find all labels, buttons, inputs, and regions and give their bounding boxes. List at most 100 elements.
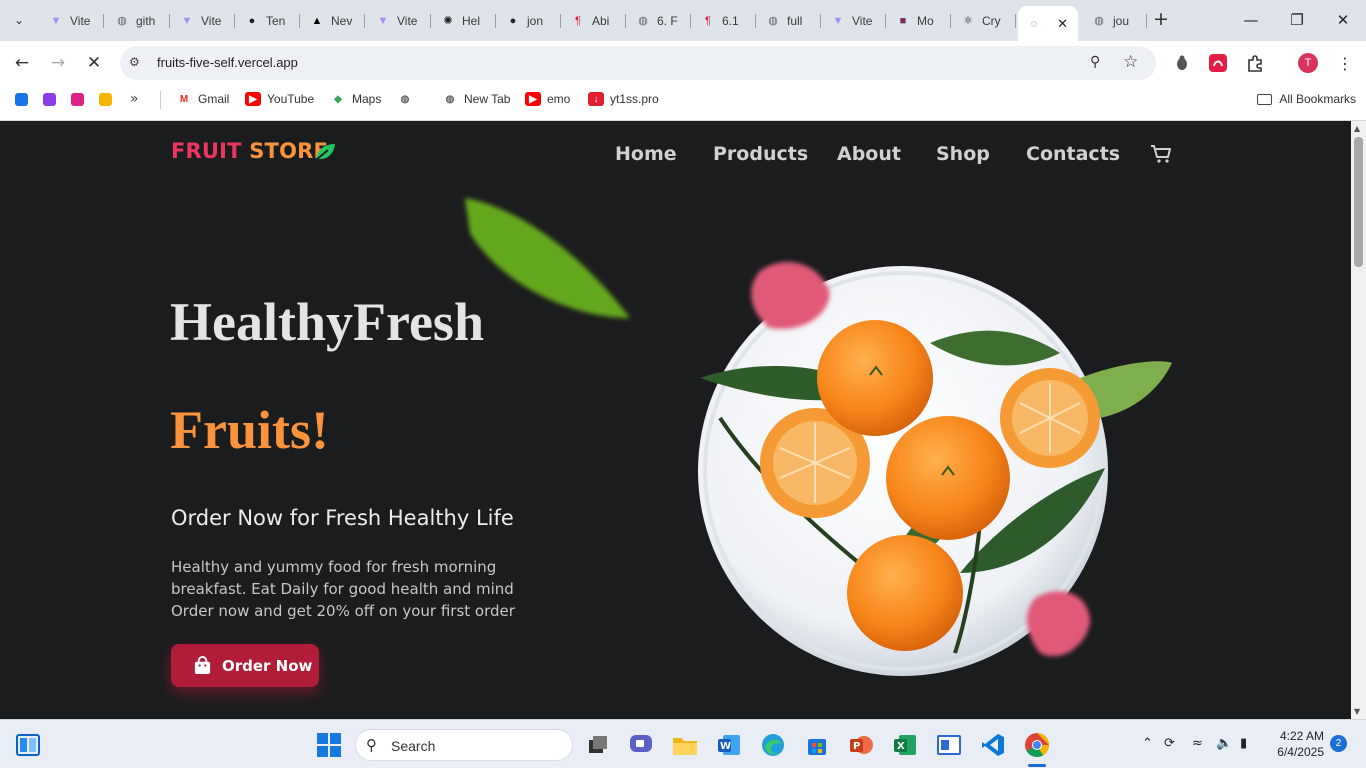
bookmark-app-icon[interactable] (15, 93, 28, 106)
tray-overflow-icon[interactable]: ⌃ (1142, 736, 1153, 751)
browser-tab[interactable]: ¶ 6.1 (692, 6, 756, 35)
restore-button[interactable]: ❐ (1274, 6, 1320, 34)
nav-link-shop[interactable]: Shop (936, 143, 990, 165)
browser-tab[interactable]: ¶ Abi (562, 6, 626, 35)
tab-search-button[interactable]: ⌄ (6, 8, 32, 32)
browser-tab[interactable]: ● Ten (236, 6, 300, 35)
minimize-button[interactable]: — (1228, 6, 1274, 34)
browser-tab[interactable]: ▼ Vite (822, 6, 886, 35)
bookmark-item[interactable]: ◍ New Tab (442, 92, 511, 106)
task-view-icon[interactable] (585, 732, 611, 758)
browser-tab[interactable]: ✺ Hel (432, 6, 496, 35)
menu-icon[interactable]: ⋮ (1334, 52, 1356, 74)
window-app-icon[interactable] (936, 732, 962, 758)
bookmark-star-icon[interactable]: ☆ (1123, 52, 1138, 72)
pdf-icon: ¶ (705, 14, 711, 27)
tab-title: Abi (592, 13, 610, 28)
taskbar-search[interactable]: ⚲ Search (355, 729, 573, 761)
more-bookmarks-icon[interactable]: » (130, 91, 139, 107)
tab-strip: ⌄ ▼ Vite ◍ gith ▼ Vite ● Ten ▲ Nev ▼ Vite ✺ Hel ● jon ¶ A… (0, 0, 1366, 41)
notification-badge[interactable]: 2 (1330, 735, 1347, 752)
pdf-icon: ¶ (575, 14, 581, 27)
bookmark-app-icon[interactable] (99, 93, 112, 106)
close-icon: ✕ (1336, 11, 1350, 29)
browser-tab[interactable]: ◍ full (757, 6, 821, 35)
volume-icon[interactable]: 🔈 (1216, 736, 1232, 751)
openai-icon: ✺ (443, 15, 453, 27)
browser-tab[interactable]: ⚛ Cry (952, 6, 1016, 35)
nav-link-products[interactable]: Products (713, 143, 808, 165)
bookmark-item[interactable]: ▶ emo (525, 92, 570, 106)
zoom-icon[interactable]: ⚲ (1090, 54, 1100, 70)
all-bookmarks-button[interactable]: All Bookmarks (1257, 92, 1356, 106)
browser-tab[interactable]: ◍ gith (106, 6, 170, 35)
order-now-button[interactable]: Order Now (171, 644, 319, 687)
site-info-icon[interactable]: ⚙ (129, 55, 145, 71)
vscode-icon[interactable] (980, 732, 1006, 758)
bug-extension-icon[interactable] (1171, 52, 1193, 74)
tab-separator (885, 14, 886, 28)
vite-icon: ▼ (832, 14, 844, 27)
github-icon: ● (248, 14, 256, 27)
powerpoint-icon[interactable]: P (848, 732, 874, 758)
chrome-icon[interactable] (1024, 732, 1050, 758)
bookmark-app-icon[interactable] (71, 93, 84, 106)
battery-icon[interactable]: ▮ (1240, 736, 1247, 751)
profile-avatar[interactable]: T (1298, 53, 1318, 73)
start-button[interactable] (316, 732, 342, 758)
store-icon[interactable] (804, 732, 830, 758)
chat-icon[interactable] (628, 732, 654, 758)
back-button[interactable]: ← (8, 49, 36, 77)
scrollbar-thumb[interactable] (1354, 137, 1363, 267)
close-tab-icon[interactable]: ✕ (1057, 16, 1068, 32)
description-line: Order now and get 20% off on your first … (171, 602, 515, 620)
extensions-icon[interactable] (1244, 52, 1266, 74)
nav-link-home[interactable]: Home (615, 143, 677, 165)
nav-link-contacts[interactable]: Contacts (1026, 143, 1120, 165)
file-explorer-icon[interactable] (672, 732, 698, 758)
brand-logo[interactable]: FRUIT STORE (171, 139, 328, 163)
word-icon[interactable]: W (716, 732, 742, 758)
nav-link-about[interactable]: About (837, 143, 901, 165)
bookmark-item[interactable]: ◆ Maps (330, 92, 381, 106)
tab-separator (1015, 14, 1016, 28)
edge-icon[interactable] (760, 732, 786, 758)
bookmark-app-icon: ■ (899, 14, 907, 27)
browser-tab[interactable]: ■ Mo (887, 6, 951, 35)
cart-icon[interactable] (1150, 143, 1172, 165)
scroll-down-icon[interactable]: ▼ (1354, 707, 1360, 716)
forward-button[interactable]: → (44, 49, 72, 77)
widgets-icon[interactable] (15, 732, 41, 758)
browser-tab[interactable]: ◌ ✕ (1018, 6, 1078, 41)
browser-tab[interactable]: ▼ Vite (171, 6, 235, 35)
bookmark-item[interactable]: ◍ (397, 92, 419, 106)
pdf-extension-icon[interactable] (1207, 52, 1229, 74)
leaf-icon (315, 144, 335, 161)
address-bar[interactable]: ⚙ fruits-five-self.vercel.app ⚲ ☆ (120, 46, 1156, 80)
all-bookmarks-label: All Bookmarks (1279, 92, 1356, 106)
sync-icon[interactable]: ⟳ (1164, 736, 1175, 751)
bookmark-app-icon[interactable] (43, 93, 56, 106)
system-clock[interactable]: 4:22 AM 6/4/2025 (1272, 728, 1324, 760)
new-tab-button[interactable]: + (1150, 9, 1172, 31)
hero-description: Healthy and yummy food for fresh morning… (171, 556, 571, 622)
browser-tab[interactable]: ● jon (497, 6, 561, 35)
order-now-label: Order Now (222, 656, 313, 675)
browser-tab[interactable]: ▼ Vite (40, 6, 104, 35)
bookmark-item[interactable]: ↓ yt1ss.pro (588, 92, 659, 106)
bookmark-item[interactable]: M Gmail (176, 92, 230, 106)
close-window-button[interactable]: ✕ (1320, 6, 1366, 34)
wifi-icon[interactable]: ≈ (1192, 736, 1203, 751)
bookmark-item[interactable]: ▶ YouTube (245, 92, 314, 106)
active-app-indicator (1028, 764, 1046, 767)
stop-button[interactable]: ✕ (80, 49, 108, 77)
browser-tab[interactable]: ▼ Vite (367, 6, 431, 35)
scroll-up-icon[interactable]: ▲ (1354, 124, 1360, 133)
browser-tab[interactable]: ◍ 6. F (627, 6, 691, 35)
browser-tab[interactable]: ◍ jou (1083, 6, 1147, 35)
excel-icon[interactable]: X (892, 732, 918, 758)
page-scrollbar[interactable]: ▲ ▼ (1351, 121, 1366, 719)
vercel-icon: ▲ (311, 14, 323, 27)
browser-tab[interactable]: ▲ Nev (301, 6, 365, 35)
url-text[interactable]: fruits-five-self.vercel.app (157, 55, 298, 70)
